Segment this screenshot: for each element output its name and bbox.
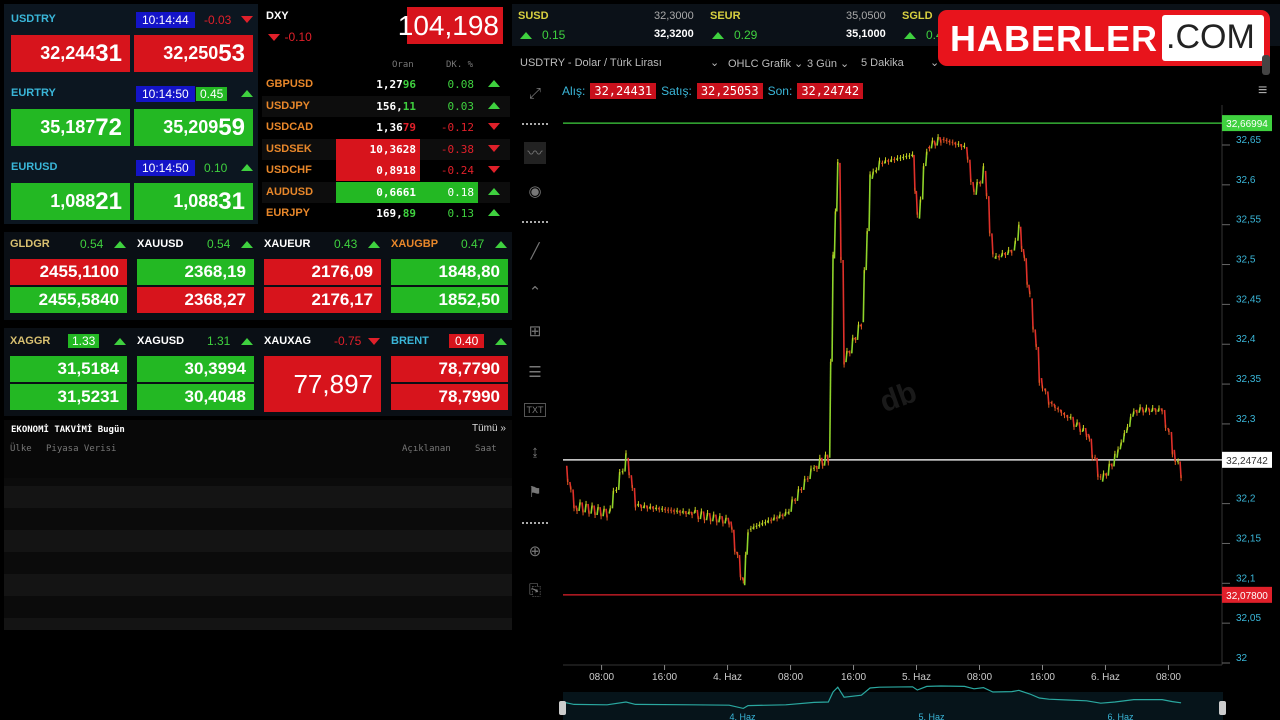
navigator-label: 4. Haz xyxy=(730,712,757,720)
x-tick-label: 08:00 xyxy=(589,672,614,683)
price-segment xyxy=(842,259,845,365)
y-tick-label: 32 xyxy=(1236,653,1248,664)
price-label: 32,24742 xyxy=(1226,456,1268,467)
watermark: db xyxy=(875,376,921,420)
x-tick-label: 16:00 xyxy=(1030,672,1055,683)
y-tick-label: 32,45 xyxy=(1236,294,1261,305)
y-tick-label: 32,1 xyxy=(1236,573,1256,584)
y-tick-label: 32,5 xyxy=(1236,255,1256,266)
price-segment xyxy=(1031,298,1034,330)
x-tick-label: 16:00 xyxy=(841,672,866,683)
price-segment xyxy=(969,159,972,182)
x-tick-label: 16:00 xyxy=(652,672,677,683)
x-tick-label: 5. Haz xyxy=(902,672,931,683)
price-segment xyxy=(862,270,866,323)
price-chart[interactable]: 3232,0532,132,1532,232,2532,332,3532,432… xyxy=(0,0,1280,720)
y-tick-label: 32,15 xyxy=(1236,533,1261,544)
price-segment xyxy=(987,196,991,234)
navigator-label: 6. Haz xyxy=(1107,712,1134,720)
price-label: 32,07800 xyxy=(1226,591,1268,602)
navigator-handle-right xyxy=(1219,701,1226,715)
y-tick-label: 32,65 xyxy=(1236,135,1261,146)
price-segment xyxy=(835,161,839,212)
price-segment xyxy=(913,154,916,191)
y-tick-label: 32,6 xyxy=(1236,175,1256,186)
price-segment xyxy=(991,233,994,255)
price-segment xyxy=(1170,431,1174,455)
price-segment xyxy=(738,555,742,578)
price-segment xyxy=(1025,258,1028,285)
y-tick-label: 32,4 xyxy=(1236,334,1256,345)
y-tick-label: 32,55 xyxy=(1236,215,1261,226)
price-segment xyxy=(868,174,871,232)
y-tick-label: 32,05 xyxy=(1236,613,1261,624)
price-segment xyxy=(732,529,736,552)
price-segment xyxy=(828,361,832,458)
price-segment xyxy=(921,166,925,200)
price-segment xyxy=(743,554,747,586)
price-segment xyxy=(839,162,842,260)
y-tick-label: 32,35 xyxy=(1236,374,1261,385)
price-segment xyxy=(1037,346,1041,383)
navigator-handle-left xyxy=(559,701,566,715)
x-tick-label: 08:00 xyxy=(778,672,803,683)
price-segment xyxy=(833,211,837,259)
y-tick-label: 32,3 xyxy=(1236,414,1256,425)
price-segment xyxy=(984,170,988,197)
price-segment xyxy=(865,231,868,271)
x-tick-label: 4. Haz xyxy=(713,672,742,683)
x-tick-label: 6. Haz xyxy=(1091,672,1120,683)
x-tick-label: 08:00 xyxy=(1156,672,1181,683)
price-segment xyxy=(915,190,919,215)
price-segment xyxy=(746,532,749,555)
price-segment xyxy=(831,254,834,362)
navigator-label: 5. Haz xyxy=(919,712,946,720)
price-segment xyxy=(1019,226,1023,250)
x-tick-label: 08:00 xyxy=(967,672,992,683)
y-tick-label: 32,2 xyxy=(1236,494,1256,505)
price-label: 32,66994 xyxy=(1226,119,1268,130)
